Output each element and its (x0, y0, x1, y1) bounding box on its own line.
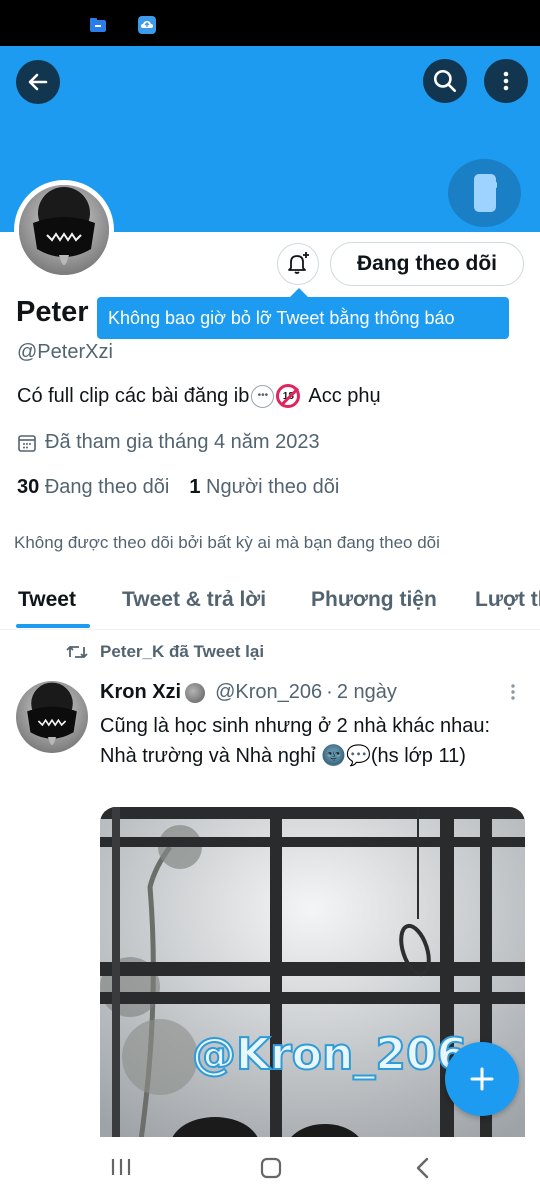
media-watermark: @Kron_206 (191, 1028, 468, 1081)
profile-tabs: Tweet Tweet & trả lời Phương tiện Lượt t… (0, 574, 540, 630)
compose-tweet-button[interactable] (445, 1042, 519, 1116)
plus-icon (470, 1067, 494, 1091)
following-button[interactable]: Đang theo dõi (330, 242, 524, 286)
tweet-more-icon[interactable] (506, 683, 520, 703)
joined-date: Đã tham gia tháng 4 năm 2023 (17, 431, 320, 454)
folder-icon (90, 18, 106, 32)
following-count-link[interactable]: 30 Đang theo dõi (17, 476, 169, 499)
retweet-label: Peter_K đã Tweet lại (100, 642, 265, 661)
home-icon[interactable] (259, 1156, 283, 1180)
followers-you-know: Không được theo dõi bởi bất kỳ ai mà bạn… (14, 533, 440, 552)
search-icon (433, 69, 457, 93)
profile-bio: Có full clip các bài đăng ib ••• 18 Acc … (17, 384, 381, 408)
joined-text: Đã tham gia tháng 4 năm 2023 (45, 431, 320, 453)
search-button[interactable] (423, 59, 467, 103)
retweet-icon (66, 646, 88, 658)
nav-back-icon[interactable] (413, 1156, 433, 1180)
display-name: Peter (16, 296, 89, 328)
tweet-text: Cũng là học sinh nhưng ở 2 nhà khác nhau… (100, 715, 491, 767)
retweet-context[interactable]: Peter_K đã Tweet lại (66, 642, 264, 662)
tweet-author-handle[interactable]: @Kron_206 (215, 681, 322, 704)
speech-bubble-emoji-icon: ••• (251, 384, 275, 408)
tab-likes[interactable]: Lượt thích (475, 588, 540, 612)
tooltip-text: Không bao giờ bỏ lỡ Tweet bằng thông báo (108, 307, 455, 328)
status-bar (0, 0, 540, 46)
bell-plus-icon (288, 252, 309, 274)
floating-app-bubble[interactable] (448, 159, 521, 227)
tweet-author-name[interactable]: Kron Xzi (100, 681, 181, 704)
cloud-upload-icon (138, 16, 156, 34)
no-under-18-emoji-icon: 18 (276, 384, 301, 408)
moon-face-emoji-icon (185, 682, 206, 703)
back-arrow-icon (28, 73, 48, 91)
notification-tooltip[interactable]: Không bao giờ bỏ lỡ Tweet bằng thông báo (97, 288, 509, 339)
profile-avatar[interactable] (14, 180, 114, 280)
bio-suffix: Acc phụ (308, 384, 381, 407)
tweet-time[interactable]: 2 ngày (337, 681, 397, 704)
profile-handle: @PeterXzi (17, 341, 113, 363)
tweet-separator: · (326, 681, 333, 703)
tweet-author-avatar[interactable] (16, 681, 88, 753)
tweet-header: Kron Xzi @Kron_206 · 2 ngày (100, 681, 397, 704)
more-vertical-icon (503, 71, 509, 91)
tab-tweets[interactable]: Tweet (18, 588, 76, 612)
system-navigation-bar (0, 1137, 540, 1200)
calendar-icon (18, 434, 36, 452)
phone-screen-icon (473, 174, 497, 212)
tab-tweets-replies[interactable]: Tweet & trả lời (122, 588, 266, 612)
followers-count-link[interactable]: 1 Người theo dõi (189, 476, 339, 499)
tab-media[interactable]: Phương tiện (311, 588, 437, 612)
back-button[interactable] (16, 60, 60, 104)
avatar-image (19, 185, 109, 275)
bio-text: Có full clip các bài đăng ib (17, 384, 250, 407)
notification-button[interactable] (277, 243, 319, 285)
more-options-button[interactable] (484, 59, 528, 103)
recent-apps-icon[interactable] (109, 1156, 133, 1178)
active-tab-indicator (16, 624, 90, 628)
follow-counts: 30 Đang theo dõi 1 Người theo dõi (17, 476, 339, 499)
